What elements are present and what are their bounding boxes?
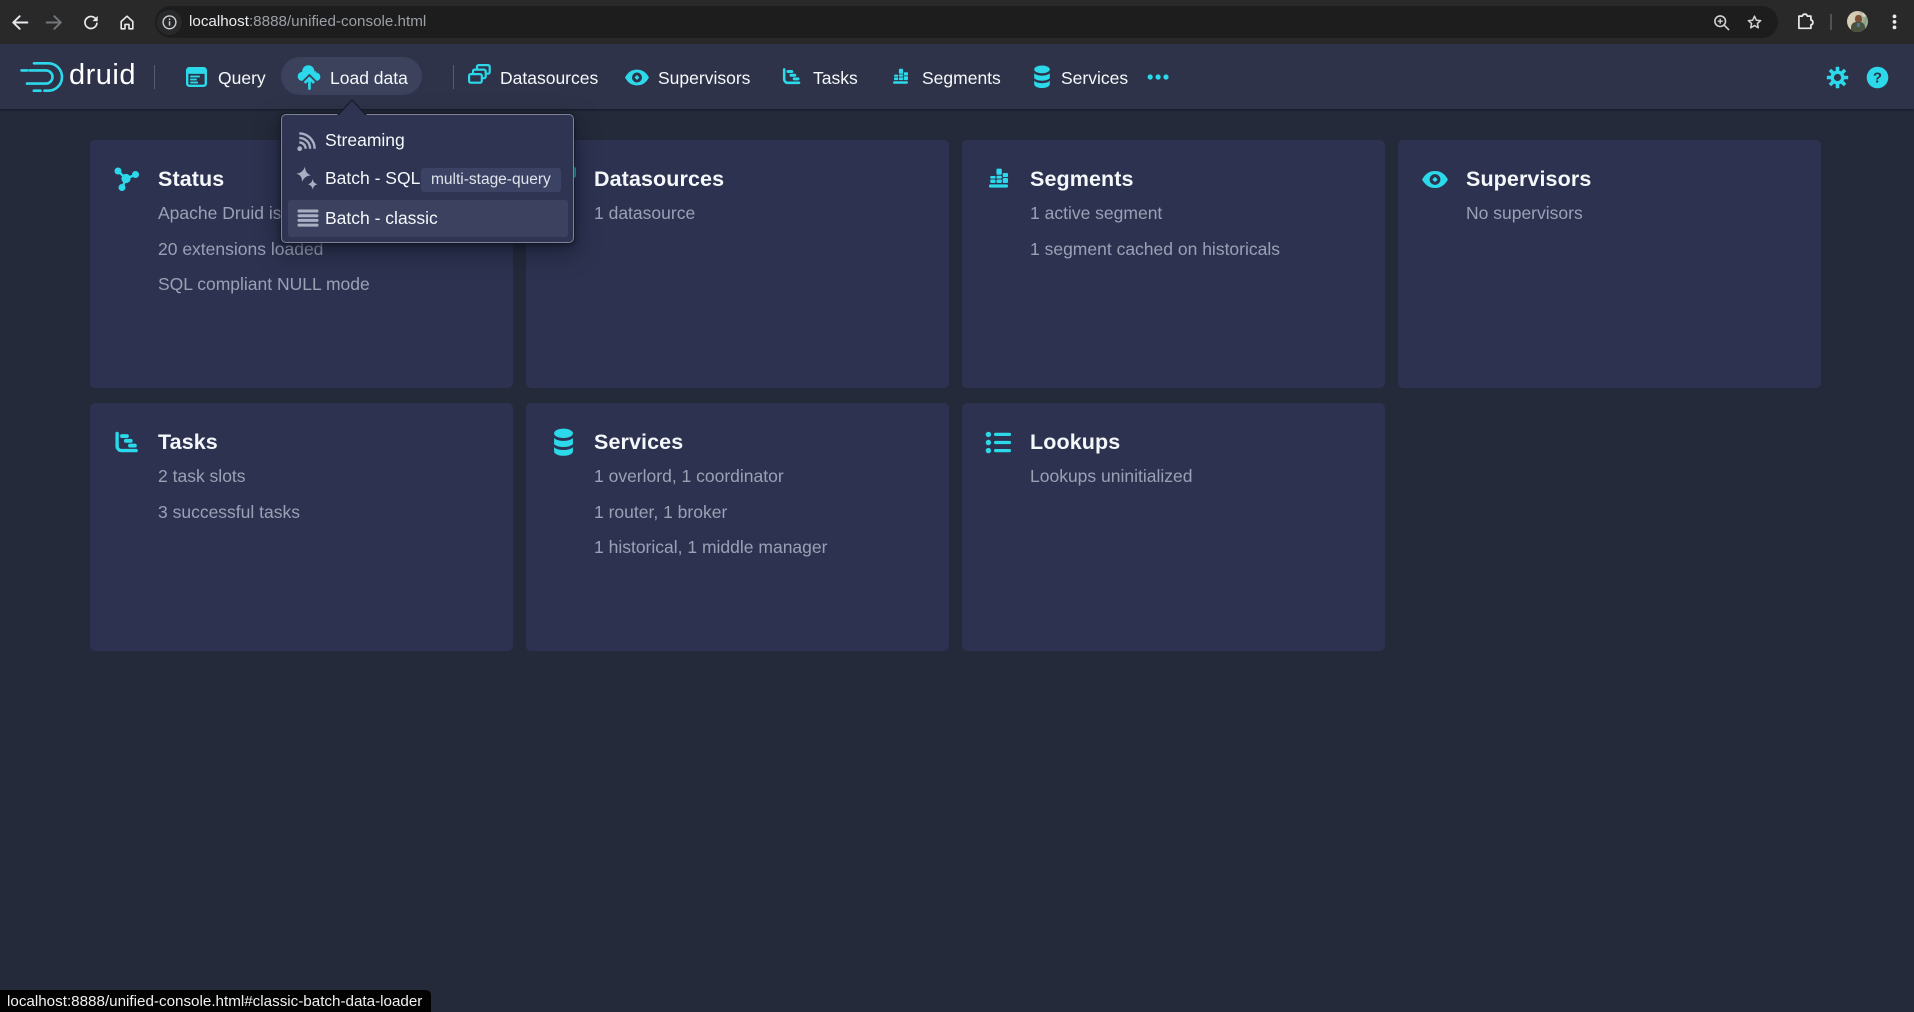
svg-text:?: ? (1873, 70, 1882, 87)
